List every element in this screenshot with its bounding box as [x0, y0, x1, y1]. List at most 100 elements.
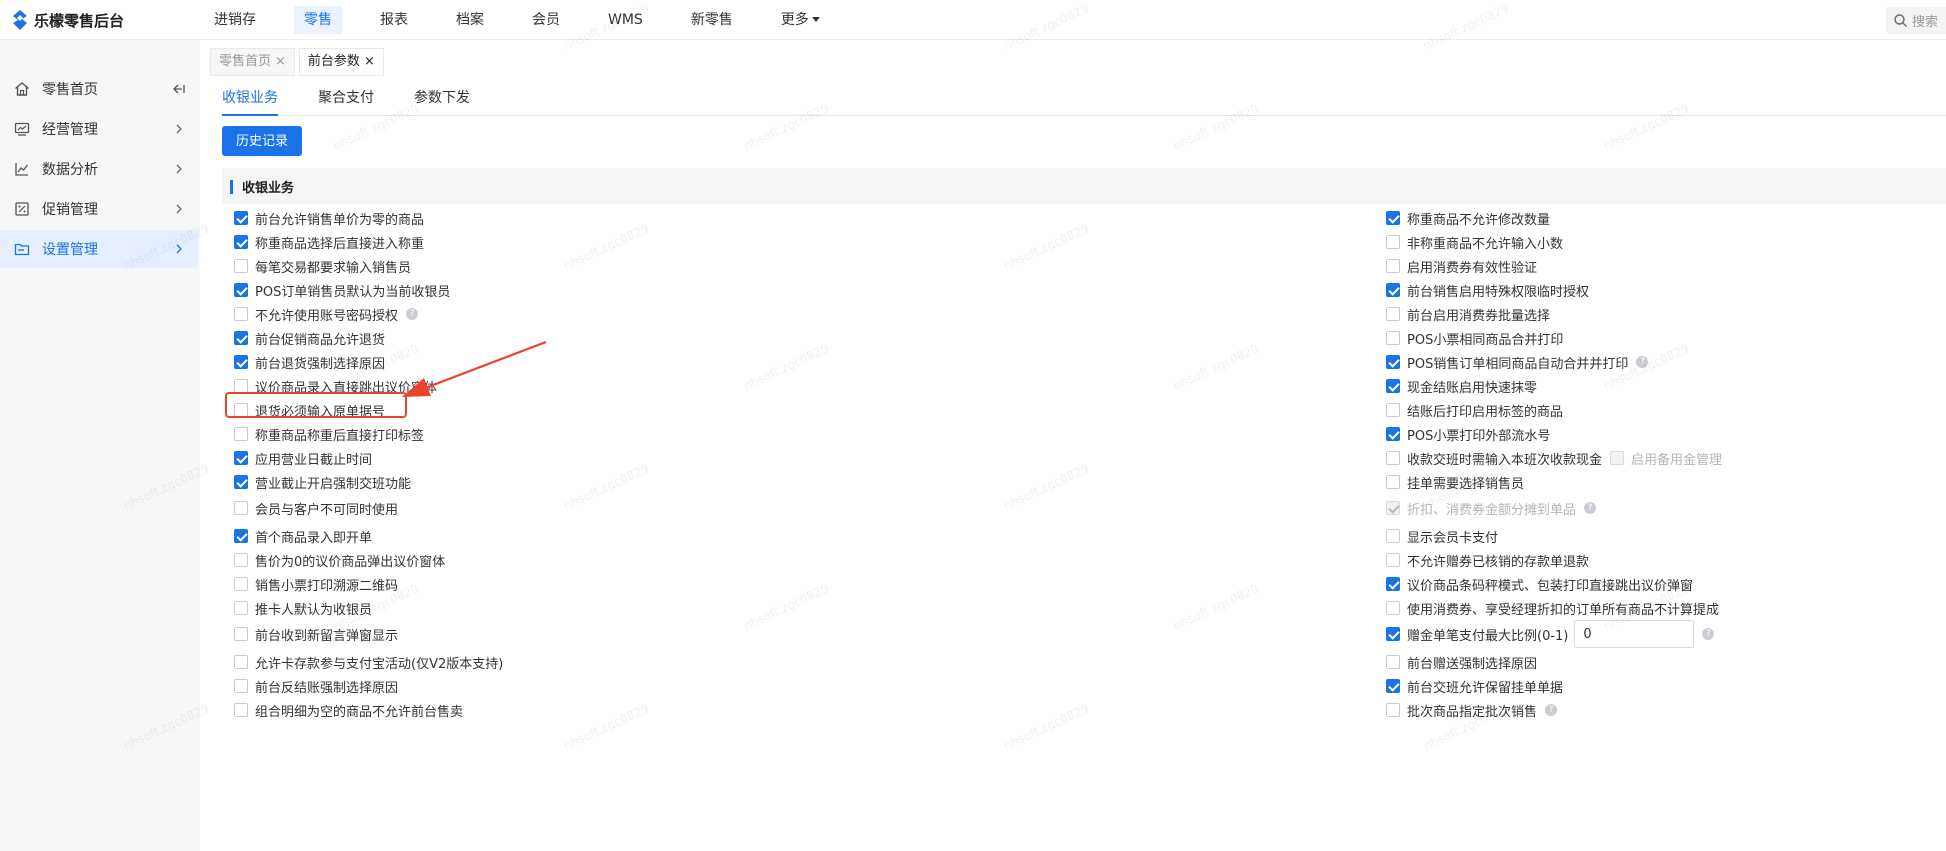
option-checkbox[interactable] — [234, 475, 248, 489]
option-checkbox[interactable] — [234, 451, 248, 465]
option-row[interactable]: 现金结账启用快速抹零 — [1386, 376, 1537, 396]
option-row[interactable]: 前台促销商品允许退货 — [234, 328, 385, 348]
option-checkbox[interactable] — [1386, 379, 1400, 393]
option-row[interactable]: 会员与客户不可同时使用 — [234, 498, 398, 518]
option-checkbox[interactable] — [234, 601, 248, 615]
option-row[interactable]: 允许卡存款参与支付宝活动(仅V2版本支持) — [234, 652, 503, 672]
help-icon[interactable]: ? — [406, 308, 419, 320]
option-row[interactable]: 组合明细为空的商品不允许前台售卖 — [234, 700, 463, 720]
option-row[interactable]: 前台启用消费券批量选择 — [1386, 304, 1550, 324]
option-checkbox[interactable] — [234, 655, 248, 669]
option-checkbox[interactable] — [234, 307, 248, 321]
option-row[interactable]: 营业截止开启强制交班功能 — [234, 472, 411, 492]
option-checkbox[interactable] — [1386, 475, 1400, 489]
option-checkbox[interactable] — [1386, 283, 1400, 297]
option-row[interactable]: 称重商品称重后直接打印标签 — [234, 424, 424, 444]
option-row[interactable]: 应用营业日截止时间 — [234, 448, 372, 468]
option-checkbox[interactable] — [234, 679, 248, 693]
sidebar-item-data-analysis[interactable]: 数据分析 — [0, 150, 198, 188]
max-ratio-input[interactable] — [1574, 620, 1695, 648]
option-row[interactable]: 称重商品不允许修改数量 — [1386, 208, 1550, 228]
sidebar-item-promotion-management[interactable]: 促销管理 — [0, 190, 198, 228]
history-button[interactable]: 历史记录 — [222, 126, 302, 156]
topnav-item[interactable]: WMS — [598, 6, 653, 34]
option-checkbox[interactable] — [1386, 655, 1400, 669]
option-checkbox[interactable] — [234, 553, 248, 567]
help-icon[interactable]: ? — [1702, 628, 1715, 640]
option-row[interactable]: 前台交班允许保留挂单单据 — [1386, 676, 1563, 696]
option-row[interactable]: POS订单销售员默认为当前收银员 — [234, 280, 450, 300]
option-checkbox[interactable] — [234, 577, 248, 591]
close-icon[interactable]: × — [364, 48, 375, 76]
option-checkbox[interactable] — [234, 259, 248, 273]
option-row[interactable]: 销售小票打印溯源二维码 — [234, 574, 398, 594]
help-icon[interactable]: ? — [1545, 704, 1558, 716]
option-row[interactable]: 议价商品条码秤模式、包装打印直接跳出议价弹窗 — [1386, 574, 1693, 594]
option-row[interactable]: 每笔交易都要求输入销售员 — [234, 256, 411, 276]
option-row[interactable]: 售价为0的议价商品弹出议价窗体 — [234, 550, 445, 570]
option-checkbox[interactable] — [1386, 553, 1400, 567]
option-checkbox[interactable] — [1386, 703, 1400, 717]
option-row[interactable]: POS小票打印外部流水号 — [1386, 424, 1550, 444]
option-checkbox[interactable] — [1386, 529, 1400, 543]
option-checkbox[interactable] — [1386, 355, 1400, 369]
option-row[interactable]: POS小票相同商品合并打印 — [1386, 328, 1563, 348]
option-checkbox[interactable] — [234, 355, 248, 369]
option-row[interactable]: 前台赠送强制选择原因 — [1386, 652, 1537, 672]
option-checkbox[interactable] — [1386, 403, 1400, 417]
option-checkbox[interactable] — [1386, 577, 1400, 591]
topnav-item[interactable]: 更多 — [771, 6, 830, 34]
option-checkbox[interactable] — [234, 427, 248, 441]
option-row[interactable]: 批次商品指定批次销售? — [1386, 700, 1558, 720]
option-checkbox[interactable] — [1386, 427, 1400, 441]
option-row[interactable]: 称重商品选择后直接进入称重 — [234, 232, 424, 252]
option-row[interactable]: 前台允许销售单价为零的商品 — [234, 208, 424, 228]
option-checkbox[interactable] — [234, 501, 248, 515]
page-tab-retail-home[interactable]: 零售首页 × — [210, 48, 295, 76]
option-checkbox[interactable] — [234, 703, 248, 717]
option-checkbox[interactable] — [1386, 331, 1400, 345]
option-checkbox[interactable] — [1386, 679, 1400, 693]
option-checkbox[interactable] — [1386, 235, 1400, 249]
topnav-item[interactable]: 会员 — [522, 6, 570, 34]
option-row[interactable]: 赠金单笔支付最大比例(0-1)? — [1386, 620, 1715, 648]
option-row[interactable]: 显示会员卡支付 — [1386, 526, 1498, 546]
option-row[interactable]: 推卡人默认为收银员 — [234, 598, 372, 618]
option-row[interactable]: POS销售订单相同商品自动合并并打印? — [1386, 352, 1649, 372]
option-row[interactable]: 首个商品录入即开单 — [234, 526, 372, 546]
option-row[interactable]: 不允许使用账号密码授权? — [234, 304, 419, 324]
sidebar-item-settings-management[interactable]: 设置管理 — [0, 230, 198, 268]
app-logo[interactable]: 乐檬零售后台 — [12, 9, 124, 31]
option-row[interactable]: 非称重商品不允许输入小数 — [1386, 232, 1563, 252]
option-checkbox[interactable] — [234, 283, 248, 297]
option-checkbox[interactable] — [1386, 601, 1400, 615]
topnav-item[interactable]: 档案 — [446, 6, 494, 34]
help-icon[interactable]: ? — [1636, 356, 1649, 368]
search-box[interactable]: 搜索 — [1886, 7, 1946, 34]
topnav-item[interactable]: 零售 — [294, 6, 342, 34]
sidebar-item-retail-home[interactable]: 零售首页 — [0, 70, 198, 108]
sidebar-item-business-management[interactable]: 经营管理 — [0, 110, 198, 148]
option-checkbox[interactable] — [1386, 211, 1400, 225]
option-checkbox[interactable] — [234, 627, 248, 641]
topnav-item[interactable]: 报表 — [370, 6, 418, 34]
option-row[interactable]: 挂单需要选择销售员 — [1386, 472, 1524, 492]
option-checkbox[interactable] — [1386, 627, 1400, 641]
option-row[interactable]: 启用消费券有效性验证 — [1386, 256, 1537, 276]
option-checkbox[interactable] — [1386, 451, 1400, 465]
option-checkbox[interactable] — [234, 529, 248, 543]
tab-param-distribution[interactable]: 参数下发 — [414, 84, 470, 116]
topnav-item[interactable]: 新零售 — [681, 6, 743, 34]
option-checkbox[interactable] — [234, 379, 248, 393]
option-checkbox[interactable] — [234, 331, 248, 345]
page-tab-front-params[interactable]: 前台参数 × — [298, 48, 384, 76]
collapse-sidebar-icon[interactable] — [172, 82, 186, 96]
topnav-item[interactable]: 进销存 — [204, 6, 266, 34]
option-checkbox[interactable] — [234, 235, 248, 249]
help-icon[interactable]: ? — [1584, 502, 1597, 514]
close-icon[interactable]: × — [275, 48, 286, 76]
option-row[interactable]: 使用消费券、享受经理折扣的订单所有商品不计算提成 — [1386, 598, 1719, 618]
option-row[interactable]: 前台反结账强制选择原因 — [234, 676, 398, 696]
option-row[interactable]: 收款交班时需输入本班次收款现金 启用备用金管理 — [1386, 448, 1722, 468]
option-row[interactable]: 前台收到新留言弹窗显示 — [234, 624, 398, 644]
